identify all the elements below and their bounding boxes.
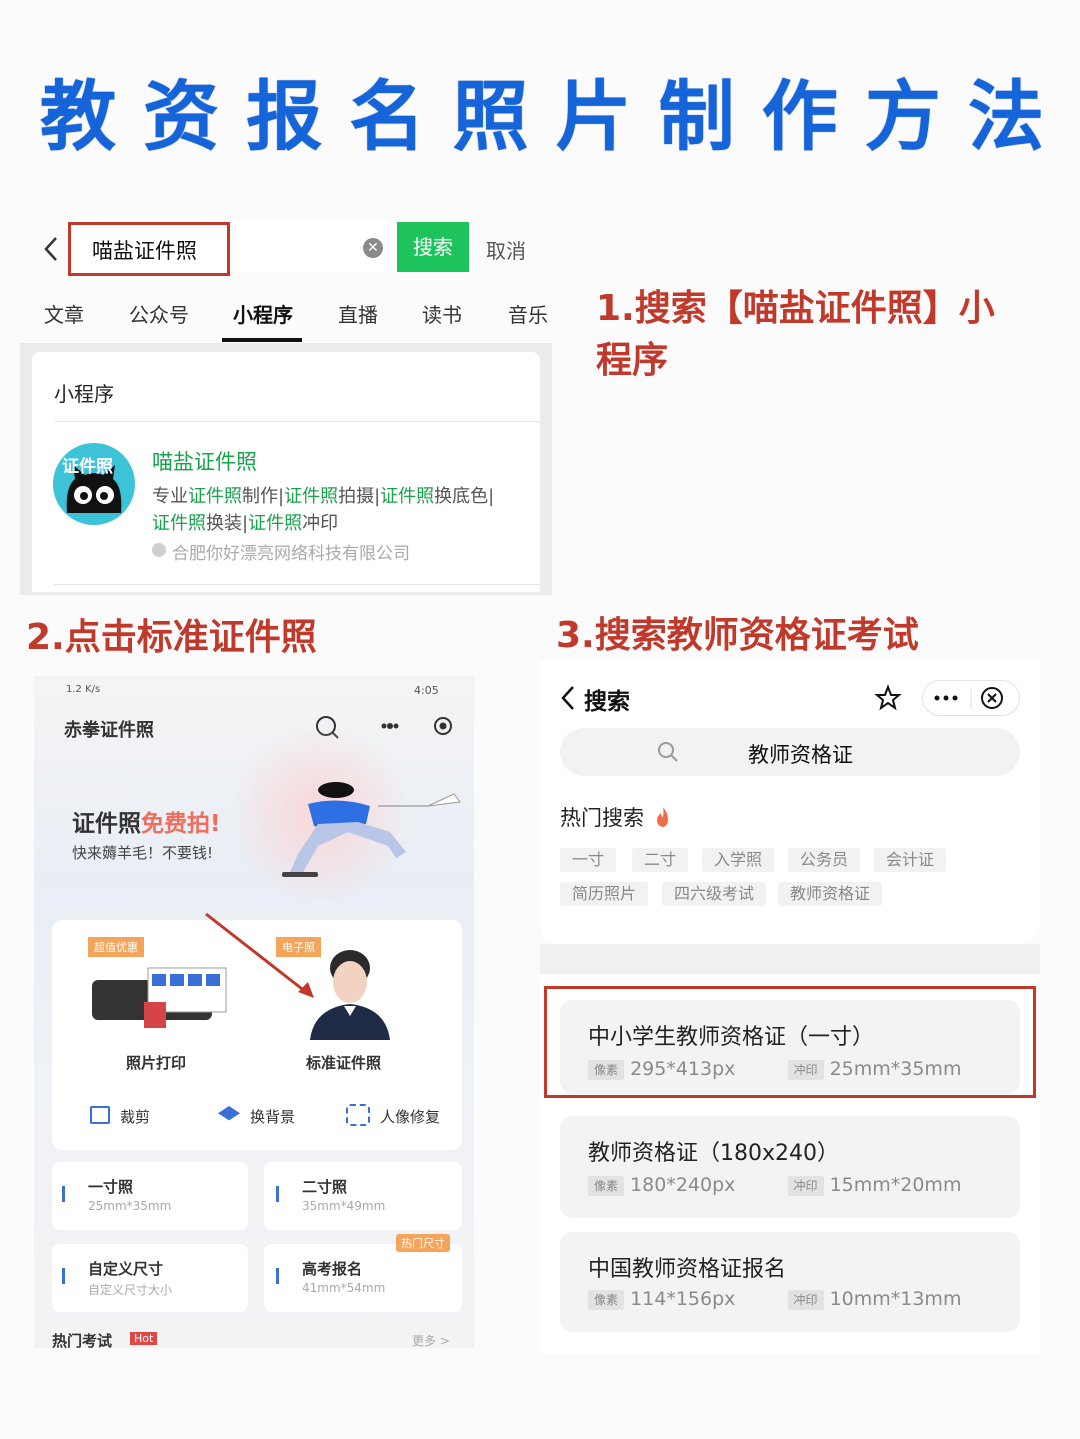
hot-tag[interactable]: 简历照片 bbox=[560, 882, 649, 906]
result-meta: 像素 180*240px 冲印 15mm*20mm bbox=[588, 1174, 961, 1196]
hot-tag[interactable]: 公务员 bbox=[788, 848, 861, 872]
back-arrow-icon[interactable] bbox=[558, 684, 578, 712]
search-icon bbox=[656, 740, 680, 764]
avatar-text: 证件照 bbox=[62, 457, 113, 477]
clear-icon[interactable]: ✕ bbox=[363, 238, 383, 258]
title-char: 报 bbox=[246, 72, 323, 161]
title-char: 法 bbox=[967, 72, 1044, 161]
verified-icon bbox=[152, 543, 166, 557]
result-card[interactable]: 中国教师资格证报名 像素 114*156px 冲印 10mm*13mm bbox=[560, 1232, 1020, 1332]
back-arrow-icon[interactable] bbox=[40, 234, 64, 264]
star-icon[interactable] bbox=[874, 684, 902, 712]
app-name[interactable]: 喵盐证件照 bbox=[152, 446, 257, 476]
hot-size-badge: 热门尺寸 bbox=[396, 1234, 450, 1252]
more-link[interactable]: 更多 > bbox=[412, 1332, 450, 1349]
size-dim: 41mm*54mm bbox=[302, 1281, 386, 1295]
crop-icon[interactable] bbox=[90, 1106, 110, 1124]
page-title: 教 资 报 名 照 片 制 作 方 法 bbox=[0, 72, 1080, 162]
red-arrow bbox=[202, 912, 322, 1002]
status-left: 1.2 K/s bbox=[66, 684, 101, 695]
size-marker bbox=[62, 1186, 65, 1202]
banner-title: 证件照免费拍! bbox=[72, 811, 221, 837]
size-dim: 自定义尺寸大小 bbox=[88, 1283, 173, 1297]
hot-tag[interactable]: 教师资格证 bbox=[778, 882, 883, 906]
company-name: 合肥你好漂亮网络科技有限公司 bbox=[172, 544, 410, 564]
tab-official-accounts[interactable]: 公众号 bbox=[129, 299, 189, 328]
result-title: 中国教师资格证报名 bbox=[588, 1257, 787, 1282]
nav-title: 搜索 bbox=[584, 689, 630, 715]
hot-tag[interactable]: 会计证 bbox=[874, 848, 947, 872]
status-time: 4:05 bbox=[414, 684, 439, 697]
runner-illustration bbox=[278, 776, 468, 886]
hot-search-title: 热门搜索 bbox=[560, 806, 644, 830]
capsule-menu[interactable] bbox=[922, 680, 1020, 716]
result-title: 教师资格证（180x240） bbox=[588, 1141, 840, 1166]
app-title: 赤拳证件照 bbox=[64, 720, 154, 741]
hot-tag[interactable]: 四六级考试 bbox=[662, 882, 767, 906]
title-char: 教 bbox=[40, 72, 116, 161]
size-dim: 35mm*49mm bbox=[302, 1199, 386, 1213]
section-title: 小程序 bbox=[54, 382, 114, 406]
hot-tag[interactable]: 入学照 bbox=[702, 848, 775, 872]
standard-id-photo-label[interactable]: 标准证件照 bbox=[306, 1052, 381, 1073]
title-char: 资 bbox=[143, 72, 220, 161]
size-dim: 25mm*35mm bbox=[88, 1199, 172, 1213]
app-description-line1: 专业证件照制作|证件照拍摄|证件照换底色| bbox=[152, 486, 495, 507]
size-card[interactable] bbox=[52, 1162, 248, 1230]
step1-label-line1: 1.搜索【喵盐证件照】小 bbox=[596, 288, 995, 329]
title-char: 名 bbox=[349, 72, 426, 161]
step1-label-line2: 程序 bbox=[596, 340, 669, 381]
tab-music[interactable]: 音乐 bbox=[508, 299, 548, 328]
title-char: 制 bbox=[658, 72, 735, 161]
hot-tag[interactable]: 二寸 bbox=[632, 848, 689, 872]
step3-label: 3.搜索教师资格证考试 bbox=[556, 615, 919, 656]
size-card[interactable] bbox=[264, 1162, 462, 1230]
step2-label: 2.点击标准证件照 bbox=[26, 617, 317, 658]
search-input-value: 教师资格证 bbox=[748, 743, 853, 767]
tool-change-background[interactable]: 换背景 bbox=[250, 1106, 295, 1127]
banner-subtitle: 快来薅羊毛！不要钱! bbox=[72, 844, 214, 862]
size-marker bbox=[276, 1186, 279, 1202]
hot-exam-title: 热门考试 bbox=[52, 1332, 113, 1350]
title-char: 片 bbox=[555, 72, 632, 161]
tab-reading[interactable]: 读书 bbox=[422, 299, 462, 328]
active-tab-indicator bbox=[222, 338, 302, 342]
size-name: 高考报名 bbox=[302, 1260, 363, 1278]
hot-badge: Hot bbox=[130, 1332, 158, 1345]
app-description-line2: 证件照换装|证件照冲印 bbox=[152, 513, 339, 534]
photo-print-label[interactable]: 照片打印 bbox=[126, 1052, 186, 1073]
tool-crop[interactable]: 裁剪 bbox=[120, 1106, 150, 1127]
tab-articles[interactable]: 文章 bbox=[44, 299, 84, 328]
size-card[interactable] bbox=[264, 1244, 462, 1312]
portrait-repair-icon[interactable] bbox=[346, 1104, 370, 1126]
divider bbox=[54, 584, 540, 585]
title-char: 照 bbox=[452, 72, 529, 161]
size-marker bbox=[276, 1268, 279, 1284]
size-name: 自定义尺寸 bbox=[88, 1260, 164, 1278]
tab-live[interactable]: 直播 bbox=[338, 299, 378, 328]
highlight-box bbox=[544, 986, 1036, 1098]
tab-mini-programs[interactable]: 小程序 bbox=[233, 299, 293, 328]
cancel-link[interactable]: 取消 bbox=[486, 235, 526, 264]
tool-portrait-repair[interactable]: 人像修复 bbox=[380, 1106, 440, 1127]
title-char: 作 bbox=[761, 72, 838, 161]
search-button[interactable]: 搜索 bbox=[397, 222, 469, 272]
result-card[interactable]: 教师资格证（180x240） 像素 180*240px 冲印 15mm*20mm bbox=[560, 1116, 1020, 1218]
highlight-box bbox=[68, 222, 230, 276]
capsule-menu[interactable] bbox=[374, 710, 454, 742]
result-meta: 像素 114*156px 冲印 10mm*13mm bbox=[588, 1288, 961, 1310]
title-char: 方 bbox=[864, 72, 941, 161]
fire-icon bbox=[652, 805, 674, 829]
hot-tag[interactable]: 一寸 bbox=[560, 848, 617, 872]
size-name: 二寸照 bbox=[302, 1178, 348, 1196]
size-marker bbox=[62, 1268, 65, 1284]
badge-discount: 超值优惠 bbox=[88, 937, 144, 957]
panel3-gap bbox=[540, 944, 1040, 974]
divider bbox=[54, 421, 540, 422]
size-name: 一寸照 bbox=[88, 1178, 134, 1196]
